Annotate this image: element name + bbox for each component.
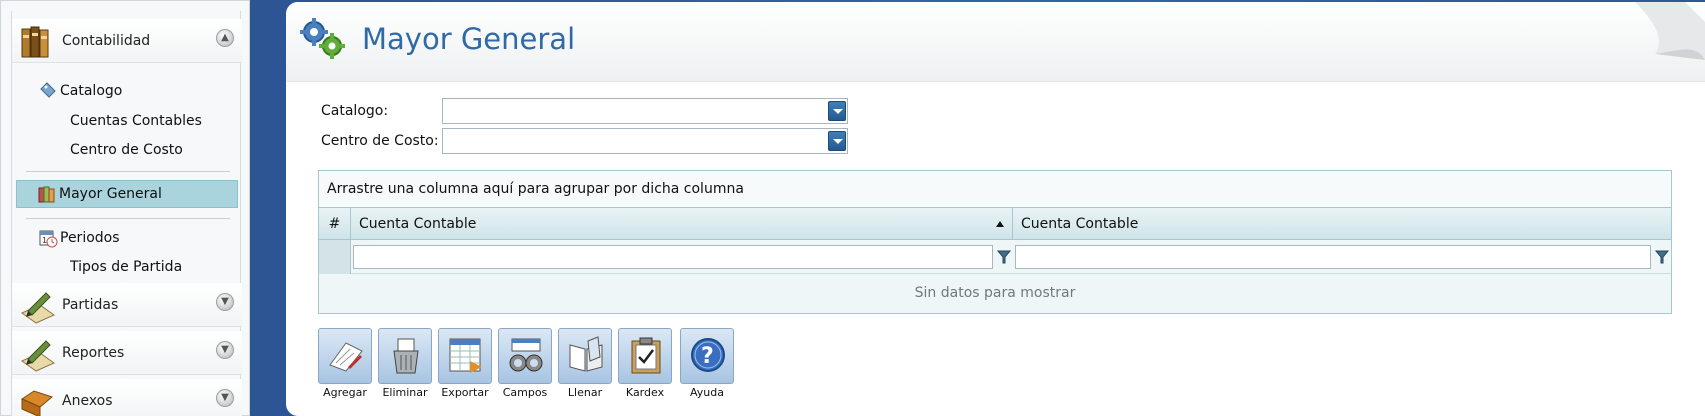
kardex-button[interactable] (618, 328, 672, 384)
ledger-icon (38, 186, 55, 203)
books-icon (21, 26, 49, 57)
sidebar-group-partidas[interactable]: Partidas ▼ (12, 283, 242, 327)
llenar-button[interactable] (558, 328, 612, 384)
sidebar-item-centro-de-costo[interactable]: Centro de Costo (16, 136, 238, 164)
ayuda-label: Ayuda (690, 386, 724, 399)
expand-down-icon[interactable]: ▼ (216, 293, 234, 311)
add-document-icon (329, 342, 363, 372)
clipboard-check-icon (631, 337, 661, 374)
grid-header-row: # Cuenta Contable Cuenta Contable (319, 208, 1671, 240)
sidebar-item-catalogo[interactable]: Catalogo (16, 77, 238, 105)
filter-input-cuenta-contable-2[interactable] (1015, 245, 1651, 269)
svg-text:?: ? (701, 344, 714, 369)
column-header-cuenta-contable-2[interactable]: Cuenta Contable (1013, 208, 1671, 240)
sidebar-group-label: Reportes (62, 344, 125, 361)
sidebar-item-label: Mayor General (59, 186, 162, 202)
sidebar-item-label: Centro de Costo (70, 142, 183, 158)
sidebar-item-label: Periodos (60, 230, 120, 246)
sidebar-group-label: Partidas (62, 296, 119, 313)
folder-icon (20, 389, 54, 416)
page-curl-decoration (1635, 2, 1705, 60)
sidebar-item-label: Cuentas Contables (70, 113, 202, 129)
export-spreadsheet-icon (449, 338, 482, 373)
exportar-label: Exportar (441, 386, 489, 399)
ayuda-button[interactable]: ? (680, 328, 734, 384)
sidebar-group-reportes[interactable]: Reportes ▼ (12, 331, 242, 375)
sidebar-group-contabilidad[interactable]: Contabilidad ▲ (12, 19, 242, 63)
sidebar-group-label: Contabilidad (62, 32, 151, 49)
sidebar-panel: Contabilidad ▲ Catalogo Cuentas Contable… (11, 11, 242, 416)
divider (26, 171, 230, 172)
binoculars-icon (509, 338, 543, 372)
open-book-icon (569, 336, 603, 372)
sidebar-item-periodos[interactable]: 1 Periodos (16, 224, 238, 252)
eliminar-button[interactable] (378, 328, 432, 384)
calendar-clock-icon: 1 (39, 230, 58, 248)
column-header-label: Cuenta Contable (359, 216, 477, 232)
collapse-up-icon[interactable]: ▲ (216, 29, 234, 47)
llenar-label: Llenar (567, 386, 603, 399)
trash-icon (393, 338, 419, 374)
chevron-down-icon[interactable] (828, 131, 846, 151)
catalogo-combo[interactable] (442, 98, 848, 124)
sidebar-item-cuentas-contables[interactable]: Cuentas Contables (16, 107, 238, 135)
expand-down-icon[interactable]: ▼ (216, 341, 234, 359)
sidebar-item-tipos-de-partida[interactable]: Tipos de Partida (16, 253, 238, 281)
campos-label: Campos (502, 386, 548, 399)
gears-icon (300, 18, 345, 59)
agregar-label: Agregar (323, 386, 367, 399)
eliminar-label: Eliminar (382, 386, 428, 399)
sidebar-group-label: Anexos (62, 392, 113, 409)
centro-de-costo-combo[interactable] (442, 128, 848, 154)
filter-row (319, 240, 1671, 274)
chevron-down-icon[interactable] (828, 101, 846, 121)
group-by-panel[interactable]: Arrastre una columna aquí para agrupar p… (319, 171, 1671, 208)
campos-button[interactable] (498, 328, 552, 384)
pen-paper-icon (20, 291, 56, 324)
sidebar: Contabilidad ▲ Catalogo Cuentas Contable… (0, 0, 250, 416)
filter-icon[interactable] (997, 249, 1011, 265)
sort-ascending-icon (996, 221, 1004, 227)
divider (26, 218, 230, 219)
exportar-button[interactable] (438, 328, 492, 384)
data-grid: Arrastre una columna aquí para agrupar p… (318, 170, 1672, 314)
svg-text:1: 1 (42, 236, 47, 245)
column-header-cuenta-contable[interactable]: Cuenta Contable (351, 208, 1013, 240)
main-panel: Mayor General Catalogo: Centro de Costo:… (286, 2, 1705, 416)
sidebar-item-label: Tipos de Partida (70, 259, 183, 275)
empty-message: Sin datos para mostrar (319, 274, 1671, 313)
kardex-label: Kardex (625, 386, 665, 399)
sidebar-item-label: Catalogo (60, 83, 123, 99)
tag-icon (40, 82, 56, 98)
column-header-index[interactable]: # (319, 208, 351, 240)
centro-de-costo-label: Centro de Costo: (321, 133, 439, 149)
pen-paper-icon (20, 339, 56, 372)
catalogo-label: Catalogo: (321, 103, 389, 119)
expand-down-icon[interactable]: ▼ (216, 389, 234, 407)
help-icon: ? (691, 338, 725, 372)
page-title: Mayor General (362, 22, 576, 56)
filter-input-cuenta-contable[interactable] (353, 245, 993, 269)
page-header: Mayor General (286, 2, 1705, 82)
sidebar-group-anexos[interactable]: Anexos ▼ (12, 379, 242, 416)
agregar-button[interactable] (318, 328, 372, 384)
filter-row-index-cell (319, 240, 351, 274)
filter-icon[interactable] (1655, 249, 1669, 265)
sidebar-item-mayor-general[interactable]: Mayor General (16, 180, 238, 208)
